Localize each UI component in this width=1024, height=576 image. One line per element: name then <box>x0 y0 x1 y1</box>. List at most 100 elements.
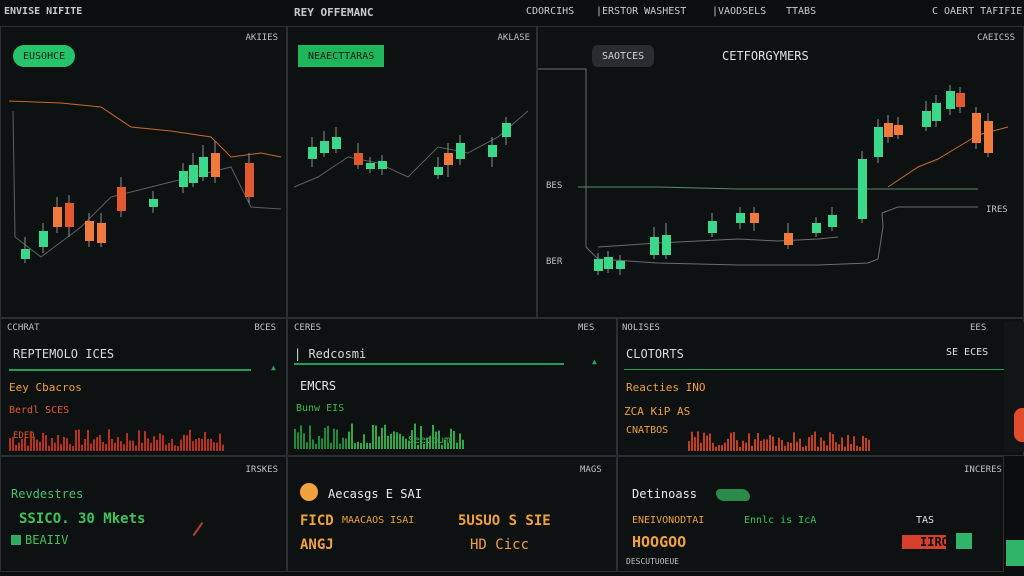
chart-panel-1[interactable]: AKIIES EUSOHCE <box>0 26 287 318</box>
bottom-center-v1b: MAACAOS ISAI <box>342 515 415 526</box>
candle-body <box>662 235 671 255</box>
bottom-center-panel[interactable]: MAGS Aecasgs E SAI FICD MAACAOS ISAI 5US… <box>287 456 617 572</box>
mid-center-volume-bar <box>423 444 425 449</box>
mid-center-volume-bar <box>321 438 323 449</box>
nav-item-4[interactable]: TTABS <box>786 6 816 17</box>
mid-right-volume-bar <box>724 442 726 451</box>
mid-right-volume-bar <box>757 433 759 451</box>
mid-right-volume-bar <box>748 433 750 451</box>
mid-right-volume-bar <box>808 436 810 451</box>
mid-center-volume-bar <box>366 442 368 449</box>
chart-panel-2[interactable]: AKLASE NEAECTTARAS <box>287 26 537 318</box>
mid-left-volume-bar <box>102 441 104 451</box>
candle-body <box>189 165 198 183</box>
bottom-right-panel[interactable]: INCERES Detinoass ENEIVONODTAI Ennlc is … <box>617 456 1004 572</box>
mid-center-volume-bar <box>375 425 377 449</box>
mid-left-volume-bar <box>213 442 215 451</box>
bottom-left-value: SSICO. 30 Mkets <box>19 511 146 527</box>
mid-left-volume-bar <box>120 441 122 451</box>
mid-center-volume-bar <box>432 424 434 449</box>
mid-right-panel[interactable]: NOLISES EES CLOTORTS SE ECES Reacties IN… <box>617 318 1024 456</box>
mid-right-volume-bar <box>739 446 741 451</box>
bottom-left-panel[interactable]: IRSKES Revdestres SSICO. 30 Mkets BEAIIV <box>0 456 287 572</box>
mid-left-volume-bar <box>177 446 179 451</box>
candle-body <box>378 161 387 169</box>
mid-center-volume-bar <box>363 434 365 449</box>
mid-right-volume-bar <box>712 442 714 451</box>
mid-center-volume-bar <box>426 437 428 449</box>
mid-left-volume-bar <box>81 444 83 451</box>
candle-body <box>922 111 931 127</box>
candle-body <box>366 163 375 169</box>
mid-right-volume-bar <box>775 445 777 451</box>
mid-center-volume-bar <box>408 440 410 449</box>
mid-center-volume-bar <box>405 438 407 449</box>
mid-center-volume-bar <box>303 433 305 449</box>
leaf-icon <box>716 489 750 501</box>
candle-body <box>812 223 821 233</box>
mid-left-volume-bar <box>153 436 155 451</box>
candle-body <box>199 157 208 177</box>
mid-center-volume-bar <box>381 427 383 449</box>
mid-center-panel[interactable]: CERES MES | Redcosmi ▲ EMCRS Bunw EIS Se… <box>287 318 617 456</box>
bottom-center-v1: FICD <box>300 513 334 529</box>
chart3-axis-b: BER <box>546 257 563 267</box>
mid-center-volume-bar <box>357 441 359 449</box>
mid-center-volume-bar <box>393 431 395 449</box>
candle-body <box>650 237 659 255</box>
mid-right-volume-bar <box>721 445 723 451</box>
mid-left-volume-bar <box>15 444 17 451</box>
candle-body <box>984 121 993 153</box>
mid-right-volume-bar <box>802 446 804 451</box>
mid-center-volume-bar <box>459 433 461 449</box>
mid-right-volume-bar <box>733 432 735 451</box>
mid-center-volume-bar <box>306 442 308 449</box>
mid-right-volume-bar <box>829 432 831 451</box>
top-bar: ENVISE NIFITE REY OFFEMANC CDORCIHS |ERS… <box>0 0 1024 27</box>
candle-body <box>444 153 453 165</box>
mid-left-volume-bar <box>150 442 152 451</box>
mid-center-volume-bar <box>333 428 335 449</box>
mid-right-volume-bar <box>805 445 807 451</box>
mid-left-volume-bar <box>72 446 74 451</box>
mid-left-volume-bar <box>54 442 56 451</box>
mid-center-volume-bar <box>387 435 389 449</box>
chart-panel-3[interactable]: CAEICSS SAOTCES CETFORGYMERS BES BER IRE… <box>537 26 1024 318</box>
nav-item-2[interactable]: |ERSTOR WASHEST <box>596 6 686 17</box>
mid-center-volume-bar <box>384 424 386 449</box>
mid-left-volume-bar <box>111 438 113 451</box>
nav-item-1[interactable]: CDORCIHS <box>526 6 574 17</box>
mid-center-volume-bar <box>336 429 338 449</box>
mid-right-volume-bar <box>694 437 696 451</box>
chart3-svg <box>538 68 1009 275</box>
mid-left-volume-bar <box>141 442 143 451</box>
mid-right-volume-bar <box>835 442 837 451</box>
mid-left-volume-bar <box>45 435 47 451</box>
mid-left-volume-bar <box>60 444 62 451</box>
bottom-right-l1: ENEIVONODTAI <box>632 515 705 526</box>
candle-body <box>708 221 717 233</box>
bottom-left-sub: BEAIIV <box>25 533 69 547</box>
chart3-resistance-line <box>597 236 839 248</box>
mid-center-volume-bar <box>453 430 455 449</box>
mid-left-volume-bar <box>132 440 134 451</box>
nav-right-label[interactable]: C OAERT TAFIFIE <box>932 6 1022 17</box>
mid-left-volume-bar <box>18 442 20 451</box>
mid-left-volume-bar <box>36 439 38 451</box>
candle-body <box>65 203 74 227</box>
candle-body <box>488 145 497 157</box>
mid-left-volume-bar <box>24 437 26 451</box>
side-scroll-strip[interactable] <box>1004 322 1024 452</box>
nav-item-3[interactable]: |VAODSELS <box>712 6 766 17</box>
mid-right-volume-bar <box>769 435 771 451</box>
mid-left-volume-bar <box>84 439 86 451</box>
mid-right-volume-bar <box>766 439 768 451</box>
bottom-center-tag: MAGS <box>580 465 602 475</box>
bottom-center-v3: ANGJ <box>300 537 334 553</box>
mid-left-panel[interactable]: CCHRAT BCES REPTEMOLO ICES ▲ Eey Cbacros… <box>0 318 287 456</box>
mid-center-volume-bar <box>462 439 464 449</box>
mid-left-volume-bar <box>39 441 41 451</box>
mid-center-volume <box>294 423 464 449</box>
mid-left-volume-bar <box>66 438 68 451</box>
bottom-left-tick <box>192 521 204 537</box>
